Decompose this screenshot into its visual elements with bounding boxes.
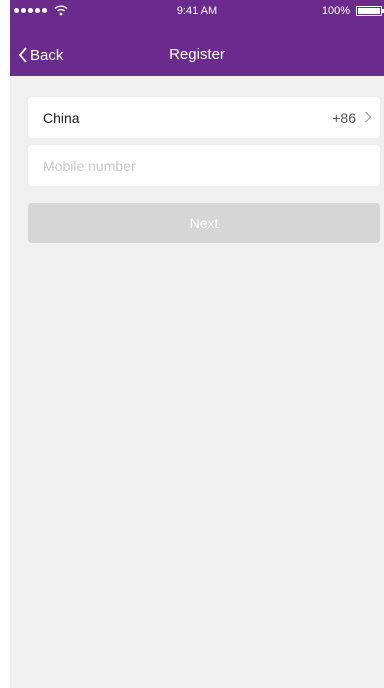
header-bar: 9:41 AM 100% Back Register [10,0,384,76]
app-screen: 9:41 AM 100% Back Register China +86 Nex… [10,0,384,688]
next-button[interactable]: Next [28,203,380,243]
page-title: Register [169,46,225,63]
status-bar: 9:41 AM 100% [10,0,384,22]
chevron-right-icon [365,111,372,123]
mobile-number-input[interactable] [28,145,380,186]
battery-icon [356,6,384,16]
country-name: China [43,110,80,126]
country-code: +86 [332,110,356,126]
country-selector[interactable]: China +86 [28,97,380,138]
battery-percent: 100% [321,5,350,17]
